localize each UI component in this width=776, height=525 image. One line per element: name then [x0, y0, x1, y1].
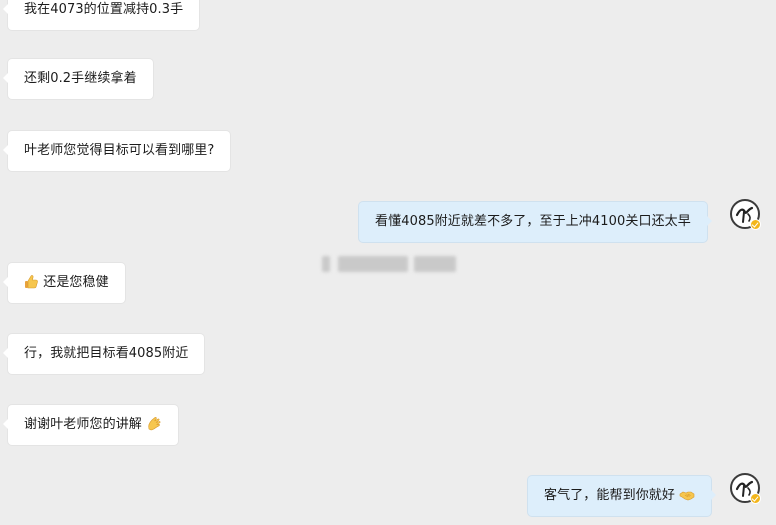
verified-badge-icon	[750, 219, 761, 230]
incoming-message-bubble[interactable]: 谢谢叶老师您的讲解	[2, 405, 179, 445]
teacher-avatar[interactable]	[730, 473, 761, 504]
thumbs-up-icon	[25, 274, 38, 288]
message-text: 客气了，能帮到你就好	[544, 488, 676, 503]
message-text: 我在4073的位置减持0.3手	[24, 2, 184, 17]
incoming-message-bubble[interactable]: 还剩0.2手继续拿着	[3, 59, 153, 99]
message-text: 行，我就把目标看4085附近	[24, 346, 189, 361]
message-text: 谢谢叶老师您的讲解	[24, 417, 142, 432]
verified-badge-icon	[750, 493, 761, 504]
message-text: 还剩0.2手继续拿着	[24, 71, 137, 86]
teacher-avatar[interactable]	[730, 199, 761, 230]
message-text: 叶老师您觉得目标可以看到哪里?	[24, 143, 215, 158]
incoming-message-bubble[interactable]: 行，我就把目标看4085附近	[2, 334, 205, 374]
message-text: 看懂4085附近就差不多了，至于上冲4100关口还太早	[375, 214, 691, 229]
chat-message-area: 我在4073的位置减持0.3手 还剩0.2手继续拿着 叶老师您觉得目标可以看到哪…	[0, 0, 776, 525]
outgoing-message-bubble[interactable]: 客气了，能帮到你就好	[528, 476, 717, 516]
blurred-system-notice	[322, 256, 458, 274]
incoming-message-bubble[interactable]: 还是您稳健	[3, 263, 125, 303]
message-text: 还是您稳健	[43, 275, 109, 290]
incoming-message-bubble[interactable]: 我在4073的位置减持0.3手	[2, 0, 200, 30]
clapping-hands-icon	[148, 416, 161, 430]
handshake-icon	[679, 491, 695, 500]
outgoing-message-bubble[interactable]: 看懂4085附近就差不多了，至于上冲4100关口还太早	[359, 202, 712, 242]
incoming-message-bubble[interactable]: 叶老师您觉得目标可以看到哪里?	[2, 131, 231, 171]
